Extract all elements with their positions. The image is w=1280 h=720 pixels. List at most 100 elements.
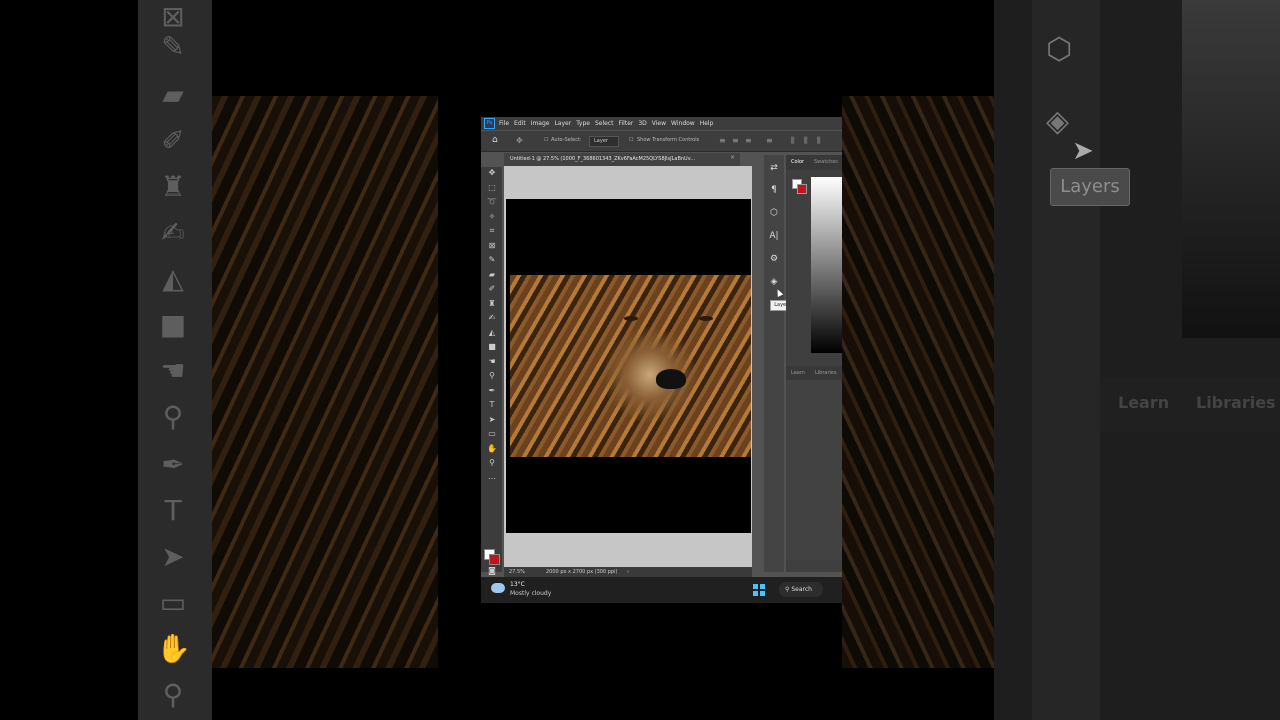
zoom-icon[interactable]: ⚲: [485, 457, 499, 469]
auto-select-checkbox[interactable]: ☐: [544, 137, 548, 143]
menu-select[interactable]: Select: [595, 120, 614, 127]
bg-frame-icon: ⊠: [161, 0, 185, 33]
bg-tab-libraries: Libraries: [1196, 393, 1276, 412]
home-icon[interactable]: ⌂: [492, 135, 498, 145]
rectangle-icon[interactable]: ▭: [485, 428, 499, 440]
type-icon[interactable]: T: [485, 399, 499, 411]
tab-libraries[interactable]: Libraries: [815, 370, 837, 376]
layer-select[interactable]: Layer: [589, 136, 619, 147]
menu-help[interactable]: Help: [700, 120, 714, 127]
bg-gradient-icon: ■: [159, 308, 187, 341]
status-bar: 27.5% 2000 px x 2700 px (300 ppi) ›: [504, 567, 752, 577]
bg-eyedropper-icon: ✎: [161, 30, 185, 63]
menu-view[interactable]: View: [652, 120, 666, 127]
align-center-icon[interactable]: ≡: [732, 136, 739, 145]
canvas-area[interactable]: [504, 166, 752, 567]
bg-stamp-icon: ♜: [160, 170, 186, 203]
bg-smudge-icon: ☚: [160, 354, 186, 387]
zoom-level[interactable]: 27.5%: [509, 567, 525, 577]
menu-window[interactable]: Window: [671, 120, 695, 127]
marquee-icon[interactable]: ⬚: [485, 182, 499, 194]
color-picker-field[interactable]: [811, 177, 842, 353]
move-icon[interactable]: ✥: [485, 167, 499, 179]
stamp-icon[interactable]: ♜: [485, 298, 499, 310]
eyedropper-icon[interactable]: ✎: [485, 254, 499, 266]
paragraph-panel-icon[interactable]: ¶: [768, 185, 780, 195]
menu-file[interactable]: File: [499, 120, 509, 127]
tab-learn[interactable]: Learn: [791, 370, 805, 376]
pen-icon[interactable]: ✒: [485, 385, 499, 397]
bg-type-icon: T: [164, 494, 182, 527]
align-left-icon[interactable]: ≡: [719, 136, 726, 145]
path-select-icon[interactable]: ➤: [485, 414, 499, 426]
learn-panel-body: [786, 380, 842, 560]
crop-icon[interactable]: ⌗: [485, 225, 499, 237]
menu-edit[interactable]: Edit: [514, 120, 526, 127]
panel-background-swatch[interactable]: [797, 184, 807, 194]
gradient-icon[interactable]: ■: [485, 341, 499, 353]
brush-icon[interactable]: ✐: [485, 283, 499, 295]
close-tab-icon[interactable]: ×: [730, 154, 735, 161]
weather-temperature[interactable]: 13°C: [510, 581, 525, 588]
menu-layer[interactable]: Layer: [554, 120, 571, 127]
cloud-icon[interactable]: [491, 583, 505, 593]
tools-panel: ✥ ⬚ ➰ ✧ ⌗ ⊠ ✎ ▰ ✐ ♜ ✍ ◭ ■ ☚ ⚲ ✒ T ➤ ▭ ✋ …: [481, 167, 502, 575]
menu-type[interactable]: Type: [576, 120, 590, 127]
lion-image: [510, 275, 751, 457]
background-color-swatch[interactable]: [489, 554, 500, 565]
windows-start-icon[interactable]: [753, 584, 765, 596]
document-canvas[interactable]: [506, 199, 751, 533]
lion-nose: [656, 369, 686, 389]
menubar: Ps File Edit Image Layer Type Select Fil…: [481, 117, 842, 130]
bg-layers-icon: ◈: [1046, 104, 1070, 139]
bg-bandage-icon: ▰: [162, 78, 184, 111]
tab-swatches[interactable]: Swatches: [814, 159, 838, 165]
hand-icon[interactable]: ✋: [485, 443, 499, 455]
tab-color[interactable]: Color: [791, 159, 804, 165]
quick-mask-icon[interactable]: ◙: [485, 565, 499, 577]
panel-icon-strip: ⇄ ¶ ⬡ A| ⚙ ◈: [764, 155, 784, 572]
bg-color-gradient: [1182, 0, 1280, 338]
frame-icon[interactable]: ⊠: [485, 240, 499, 252]
history-panel-icon[interactable]: ⇄: [768, 163, 780, 173]
character-panel-icon[interactable]: A|: [768, 231, 780, 241]
lion-left-eye: [624, 316, 638, 321]
lasso-icon[interactable]: ➰: [485, 196, 499, 208]
quick-select-icon[interactable]: ✧: [485, 211, 499, 223]
3d-panel-icon[interactable]: ⬡: [768, 208, 780, 218]
bg-lion-fur-left: [212, 96, 438, 668]
more-tools-icon[interactable]: ⋯: [485, 473, 499, 485]
bg-rectangle-icon: ▭: [159, 586, 187, 619]
taskbar-search[interactable]: ⚲ Search: [779, 582, 823, 597]
show-transform-checkbox[interactable]: ☐: [629, 137, 633, 143]
bg-dodge-icon: ⚲: [162, 400, 184, 433]
healing-icon[interactable]: ▰: [485, 269, 499, 281]
eraser-icon[interactable]: ◭: [485, 327, 499, 339]
menu-3d[interactable]: 3D: [638, 120, 646, 127]
history-brush-icon[interactable]: ✍: [485, 312, 499, 324]
align-right-icon[interactable]: ≡: [745, 136, 752, 145]
layers-panel-icon[interactable]: ◈: [768, 277, 780, 287]
menu-filter[interactable]: Filter: [619, 120, 634, 127]
bg-tab-learn: Learn: [1118, 393, 1170, 412]
status-chevron-icon[interactable]: ›: [627, 567, 629, 577]
weather-condition[interactable]: Mostly cloudy: [510, 590, 551, 597]
distribute-icon[interactable]: ≡: [766, 136, 773, 145]
bg-eraser-icon: ◭: [162, 262, 184, 295]
bg-pen-icon: ✒: [161, 448, 185, 481]
color-panel: Color Swatches Learn Libraries: [786, 155, 842, 572]
search-label: Search: [791, 586, 812, 593]
move-tool-icon[interactable]: ✥: [516, 136, 523, 145]
document-tab[interactable]: Untitled-1 @ 27.5% (1000_F_368601343_ZKv…: [504, 153, 740, 166]
windows-taskbar: 13°C Mostly cloudy ⚲ Search: [481, 577, 842, 603]
dodge-icon[interactable]: ⚲: [485, 370, 499, 382]
align-top-icon[interactable]: ⫼: [791, 136, 795, 146]
options-bar: ⌂ ✥ ☐ Auto-Select: Layer ☐ Show Transfor…: [481, 131, 842, 152]
bg-cursor-icon: ➤: [1072, 136, 1094, 166]
properties-panel-icon[interactable]: ⚙: [768, 254, 780, 264]
align-bottom-icon[interactable]: ⫼: [817, 136, 821, 146]
bg-layers-tooltip: Layers: [1050, 168, 1130, 206]
align-middle-icon[interactable]: ⫼: [804, 136, 808, 146]
smudge-icon[interactable]: ☚: [485, 356, 499, 368]
menu-image[interactable]: Image: [531, 120, 550, 127]
